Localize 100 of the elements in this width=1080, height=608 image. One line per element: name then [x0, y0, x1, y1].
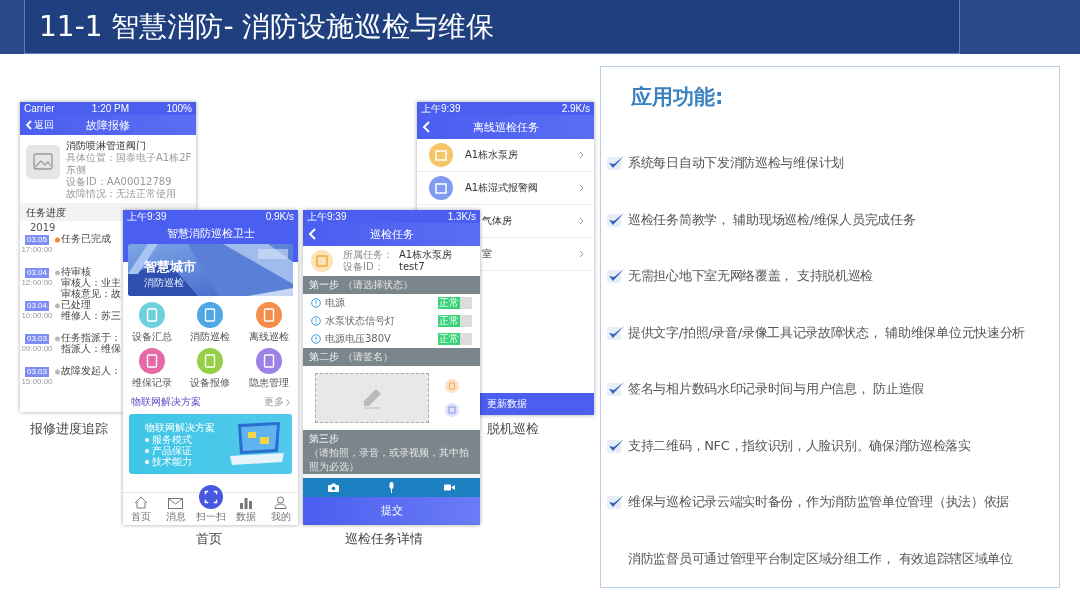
- tab-item[interactable]: 首页: [123, 493, 158, 525]
- screen-title: 巡检任务: [369, 226, 414, 242]
- time-text: 15:00:00: [21, 377, 53, 386]
- timeline-text: 待审核: [61, 266, 92, 277]
- status-text: 正常: [438, 332, 460, 345]
- checkmark-icon: [607, 268, 625, 285]
- field-value: test7: [399, 260, 425, 273]
- checkmark-icon: [607, 155, 625, 172]
- slide-title: 11-1 智慧消防- 消防设施巡检与维保: [39, 8, 495, 45]
- task-name: A1栋湿式报警阀: [465, 181, 540, 195]
- date-badge: 03.03: [25, 367, 49, 377]
- envelope-icon: [168, 498, 183, 509]
- timeline-text: 任务指派于：: [61, 332, 122, 343]
- back-icon: [25, 120, 32, 130]
- task-row[interactable]: A1栋水泵房: [417, 139, 594, 172]
- task-name: A1栋水泵房: [465, 148, 520, 162]
- speed-text: 0.9K/s: [265, 211, 294, 222]
- feature-text: 维保与巡检记录云端实时备份，作为消防监管单位管理（执法）依据: [628, 493, 1009, 512]
- pencil-icon: [361, 386, 383, 409]
- feature-text: 无需担心地下室无网络覆盖， 支持脱机巡检: [628, 267, 874, 286]
- step-title: 第二步: [309, 349, 339, 364]
- caption: 首页: [196, 530, 222, 548]
- info-icon: [311, 315, 321, 326]
- speed-text: 2.9K/s: [561, 103, 590, 114]
- caption: 报修进度追踪: [30, 420, 108, 438]
- carrier-text: Carrier: [24, 103, 55, 114]
- chevron-icon: [579, 217, 584, 225]
- timeline-text: 维修人：苏三: [61, 310, 122, 321]
- bullet-text: 产品保证: [152, 445, 192, 456]
- tab-item[interactable]: 扫一扫: [193, 485, 228, 525]
- more-link[interactable]: 更多: [264, 395, 290, 409]
- clock-text: 上午9:39: [307, 210, 347, 224]
- chevron-icon: [579, 151, 584, 159]
- device-detail: 设备ID：AA00012789: [66, 176, 173, 188]
- info-icon: [311, 333, 321, 344]
- section-title: 任务进度: [26, 206, 66, 220]
- microphone-icon[interactable]: [388, 481, 395, 493]
- feature-tile[interactable]: 维保记录: [123, 346, 182, 392]
- status-text: 正常: [438, 314, 460, 327]
- tab-item[interactable]: 数据: [228, 493, 263, 525]
- timeline-text: 审核人：业主: [61, 277, 122, 288]
- time-text: 09:00:00: [21, 344, 53, 353]
- laptop-drawing: [228, 422, 286, 466]
- section-title: 物联网解决方案: [131, 395, 201, 409]
- tab-item[interactable]: 我的: [263, 493, 298, 525]
- clock-text: 上午9:39: [127, 210, 167, 224]
- card-title: 物联网解决方案: [145, 421, 215, 434]
- year-label: 2019: [30, 222, 56, 233]
- update-data-button[interactable]: 更新数据: [480, 393, 594, 415]
- checkmark-icon: [607, 324, 625, 341]
- feature-tile[interactable]: 离线巡检: [239, 300, 298, 346]
- tab-item[interactable]: 消息: [158, 493, 193, 525]
- bullet-icon: [145, 459, 149, 464]
- timeline-text: 已处理: [61, 299, 91, 310]
- bullet-icon: [145, 448, 149, 453]
- field-value: A1栋水泵房: [399, 248, 453, 261]
- task-name: 气体房: [482, 214, 513, 228]
- task-row[interactable]: A1栋湿式报警阀: [417, 172, 594, 205]
- step-hint: （请签名）: [343, 349, 393, 364]
- feature-tile[interactable]: 设备汇总: [123, 300, 182, 346]
- home-icon: [133, 496, 148, 509]
- date-badge: 03.05: [25, 235, 49, 245]
- field-label: 所属任务：: [343, 248, 394, 261]
- chevron-icon: [579, 250, 584, 258]
- screen-title: 故障报修: [86, 117, 130, 133]
- panel-title: 应用功能:: [630, 84, 725, 111]
- back-button[interactable]: 返回: [20, 118, 54, 132]
- image-placeholder-icon: [26, 145, 60, 179]
- checkmark-icon: [607, 437, 625, 454]
- chevron-icon: [286, 398, 290, 406]
- feature-tile[interactable]: 隐患管理: [239, 346, 298, 392]
- checkmark-icon: [607, 381, 625, 398]
- banner-title: 智慧城市: [144, 258, 196, 276]
- scan-icon: [197, 485, 224, 509]
- check-label: 电源电压380V: [325, 331, 392, 346]
- check-label: 电源: [325, 295, 346, 310]
- date-badge: 03.04: [25, 268, 49, 278]
- feature-text: 提供文字/拍照/录音/录像工具记录故障状态， 辅助维保单位元快速分析: [628, 323, 1026, 342]
- bullet-text: 服务模式: [152, 434, 192, 445]
- feature-tile[interactable]: 设备报修: [181, 346, 240, 392]
- battery-text: 100%: [166, 103, 192, 114]
- camera-icon[interactable]: [327, 482, 339, 492]
- task-name: 室: [482, 247, 493, 261]
- field-label: 设备ID：: [343, 260, 385, 273]
- feature-tile[interactable]: 消防巡检: [181, 300, 240, 346]
- checkmark-icon: [607, 494, 625, 511]
- banner-subtitle: 消防巡检: [144, 276, 185, 290]
- submit-button[interactable]: 提交: [303, 496, 480, 525]
- step-title: 第三步: [309, 431, 339, 446]
- time-text: 10:00:00: [21, 311, 53, 320]
- device-name: 消防喷淋管道阀门: [66, 139, 147, 152]
- caption: 巡检任务详情: [345, 530, 423, 548]
- device-icon: [311, 249, 333, 272]
- app-title: 智慧消防巡检卫士: [165, 226, 256, 241]
- step-hint: （请拍照，录音，或录视频，其中拍照为必选）: [309, 445, 470, 474]
- timeline-text: 故障发起人：: [61, 365, 122, 376]
- info-icon: [311, 297, 321, 308]
- video-icon[interactable]: [444, 483, 456, 491]
- device-detail: 故障情况：无法正常使用: [66, 188, 177, 200]
- feature-text: 签名与相片数码水印记录时间与用户信息， 防止造假: [628, 380, 924, 399]
